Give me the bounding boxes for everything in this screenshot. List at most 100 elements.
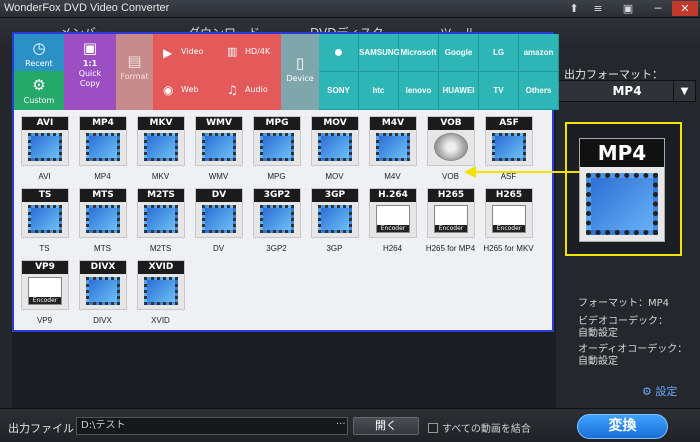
format-icon: MOV	[311, 116, 359, 166]
preview-format-label: MP4	[580, 139, 664, 167]
format-tile-avi[interactable]: AVI AVI	[18, 116, 71, 188]
merge-checkbox[interactable]: すべての動画を結合	[428, 420, 531, 435]
film-icon	[202, 205, 236, 233]
format-name: M4V	[384, 172, 401, 181]
gear-icon: ⚙	[642, 385, 652, 398]
format-tile-dv[interactable]: DV DV	[192, 188, 245, 260]
format-tile-3gp[interactable]: 3GP 3GP	[308, 188, 361, 260]
apple-icon: ●	[333, 44, 344, 61]
film-icon	[260, 133, 294, 161]
audio-codec-value: 自動設定	[578, 356, 618, 367]
video-codec-label: ビデオコーデック：	[578, 316, 668, 327]
format-tile-mkv[interactable]: MKV MKV	[134, 116, 187, 188]
output-file-label: 出力ファイル：	[8, 422, 85, 435]
format-tile-vp9[interactable]: VP9 VP9	[18, 260, 71, 332]
bottom-bar: 出力ファイル： D:\テスト ··· 開く すべての動画を結合 変換	[0, 408, 700, 442]
format-tile-wmv[interactable]: WMV WMV	[192, 116, 245, 188]
format-name: M2TS	[149, 244, 172, 253]
browse-button[interactable]: ···	[336, 418, 348, 434]
format-icon: M4V	[369, 116, 417, 166]
output-format-select[interactable]: MP4 ▼	[558, 80, 696, 102]
film-icon	[144, 133, 178, 161]
format-tile-xvid[interactable]: XVID XVID	[134, 260, 187, 332]
video-codec-value: 自動設定	[578, 328, 618, 339]
format-icon-label: M4V	[370, 117, 416, 130]
brand-samsung[interactable]: SAMSUNG	[359, 34, 400, 72]
format-icon-label: H265	[486, 189, 532, 202]
category-custom[interactable]: ⚙ Custom	[14, 71, 64, 110]
category-web-label: Web	[181, 85, 199, 94]
format-icon: AVI	[21, 116, 69, 166]
close-button[interactable]: ✕	[672, 1, 698, 16]
settings-link[interactable]: ⚙ 設定	[642, 383, 677, 399]
feedback-icon[interactable]: ▣	[618, 1, 638, 16]
format-icon: MTS	[79, 188, 127, 238]
app-title: WonderFox DVD Video Converter	[4, 2, 170, 14]
open-folder-button[interactable]: 開く	[353, 417, 419, 435]
format-tile-ts[interactable]: TS TS	[18, 188, 71, 260]
brand-apple[interactable]: ●	[319, 34, 359, 72]
brand-lg[interactable]: LG	[479, 34, 519, 72]
format-icon-label: MOV	[312, 117, 358, 130]
brand-others[interactable]: Others	[519, 72, 559, 110]
convert-button[interactable]: 変換	[577, 414, 668, 439]
category-audio-label: Audio	[245, 85, 268, 94]
format-tile-m2ts[interactable]: M2TS M2TS	[134, 188, 187, 260]
format-tile-3gp2[interactable]: 3GP2 3GP2	[250, 188, 303, 260]
category-recent[interactable]: ◷ Recent	[14, 34, 64, 71]
settings-label: 設定	[655, 385, 678, 398]
format-icon-label: VOB	[428, 117, 474, 130]
format-name: H265 for MKV	[483, 244, 534, 253]
format-tile-h264[interactable]: H.264 H264	[366, 188, 419, 260]
checkbox-icon[interactable]	[428, 423, 438, 433]
format-name: WMV	[208, 172, 229, 181]
category-hd[interactable]: ▥ HD/4K	[217, 34, 281, 72]
format-icon-label: MPG	[254, 117, 300, 130]
format-name: H264	[382, 244, 403, 253]
format-tile-mp4[interactable]: MP4 MP4	[76, 116, 129, 188]
chevron-down-icon[interactable]: ▼	[673, 81, 695, 101]
category-quick-copy[interactable]: ▣ 1:1 Quick Copy	[64, 34, 116, 110]
format-tile-mts[interactable]: MTS MTS	[76, 188, 129, 260]
format-icon: ASF	[485, 116, 533, 166]
format-tile-h265-for-mp4[interactable]: H265 H265 for MP4	[424, 188, 477, 260]
format-icon-label: VP9	[22, 261, 68, 274]
category-web[interactable]: ◉ Web	[153, 72, 217, 110]
format-name: XVID	[151, 316, 170, 325]
format-name: MP4	[94, 172, 111, 181]
clock-icon: ◷	[32, 39, 46, 57]
minimize-button[interactable]: ─	[648, 1, 668, 16]
category-video[interactable]: ▶ Video	[153, 34, 217, 72]
category-device-label: Device	[286, 74, 314, 83]
format-tile-mov[interactable]: MOV MOV	[308, 116, 361, 188]
film-icon	[86, 277, 120, 305]
format-icon-label: ASF	[486, 117, 532, 130]
brand-tv[interactable]: TV	[479, 72, 519, 110]
film-icon: ▤	[127, 52, 142, 70]
category-hd-label: HD/4K	[245, 47, 271, 56]
format-name: AVI	[38, 172, 51, 181]
brand-microsoft[interactable]: Microsoft	[399, 34, 439, 72]
brand-lenovo[interactable]: lenovo	[399, 72, 439, 110]
format-tile-divx[interactable]: DIVX DIVX	[76, 260, 129, 332]
upload-icon[interactable]: ⬆	[564, 1, 584, 16]
brand-google[interactable]: Google	[439, 34, 479, 72]
category-device[interactable]: ▯ Device	[281, 34, 319, 110]
format-tile-m4v[interactable]: M4V M4V	[366, 116, 419, 188]
headphones-icon: ♫	[227, 83, 238, 97]
format-tile-h265-for-mkv[interactable]: H265 H265 for MKV	[482, 188, 535, 260]
format-icon: MKV	[137, 116, 185, 166]
format-tile-mpg[interactable]: MPG MPG	[250, 116, 303, 188]
film-icon	[144, 277, 178, 305]
gear-icon: ⚙	[32, 76, 46, 94]
menu-icon[interactable]: ≡	[588, 1, 608, 16]
file-list-area	[0, 48, 12, 408]
brand-amazon[interactable]: amazon	[519, 34, 559, 72]
title-bar: WonderFox DVD Video Converter ⬆ ≡ ▣ ─ ✕	[0, 0, 700, 18]
output-path-input[interactable]: D:\テスト	[76, 417, 348, 435]
category-format[interactable]: ▤ Format	[116, 34, 153, 110]
brand-sony[interactable]: SONY	[319, 72, 359, 110]
brand-htc[interactable]: htc	[359, 72, 399, 110]
category-audio[interactable]: ♫ Audio	[217, 72, 281, 110]
brand-huawei[interactable]: HUAWEI	[439, 72, 479, 110]
